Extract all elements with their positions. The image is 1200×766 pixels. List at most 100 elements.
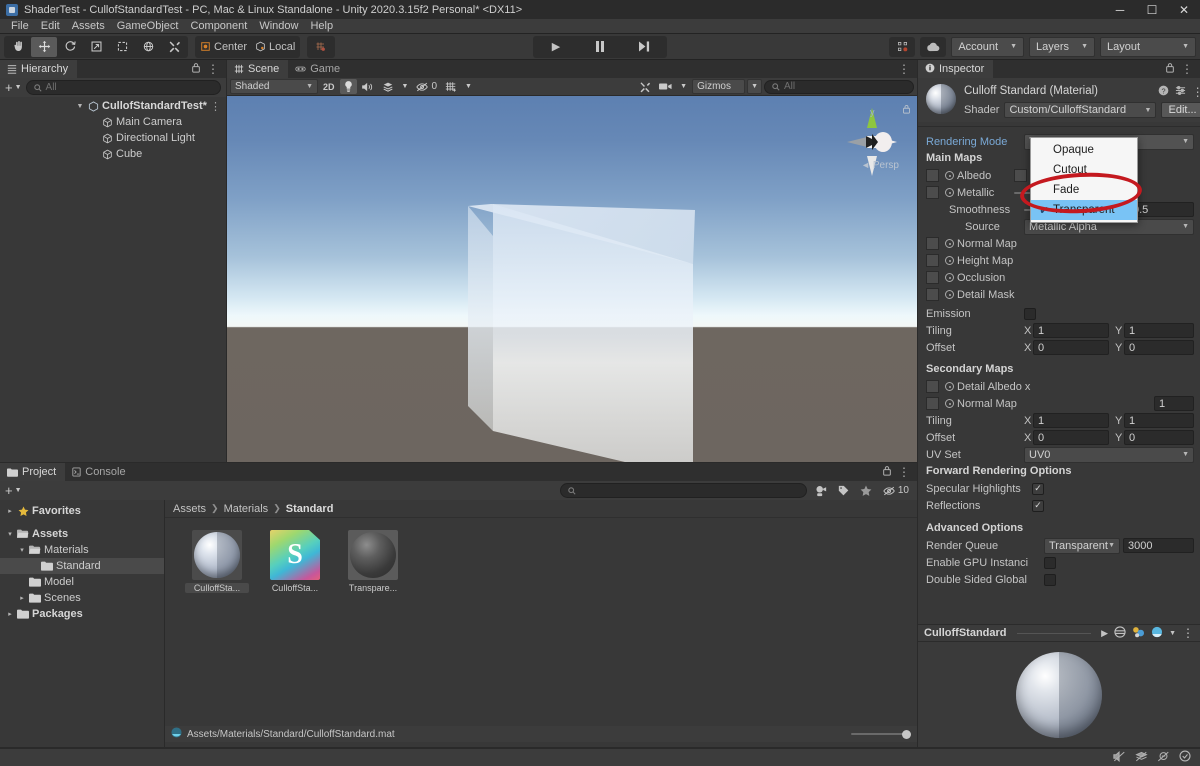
offset-x-field[interactable]: 0 — [1033, 340, 1109, 355]
hand-tool-button[interactable] — [5, 37, 31, 57]
tiling-x-field[interactable]: 1 — [1033, 323, 1109, 338]
project-add-button[interactable]: + ▼ — [5, 483, 22, 498]
occlusion-picker-icon[interactable] — [945, 273, 954, 282]
step-button[interactable] — [622, 37, 666, 57]
search-by-label-icon[interactable] — [835, 483, 852, 498]
panel-menu-icon[interactable]: ⋮ — [898, 466, 910, 478]
thumbnail-size-slider[interactable] — [851, 729, 911, 739]
hierarchy-add-button[interactable]: + ▼ — [5, 80, 22, 95]
occlusion-texture-slot[interactable] — [926, 271, 939, 284]
minimize-button[interactable]: ─ — [1104, 0, 1136, 19]
popup-option-fade[interactable]: Fade — [1031, 180, 1137, 200]
gizmos-dropdown-arrow[interactable]: ▼ — [747, 79, 762, 94]
scene-viewport[interactable]: y ◄ Persp — [227, 96, 917, 462]
layers-stack-icon[interactable] — [1135, 751, 1148, 765]
hierarchy-item-main-camera[interactable]: Main Camera — [0, 114, 226, 130]
menu-item-component[interactable]: Component — [184, 19, 253, 34]
project-tree-item-scenes[interactable]: ▸ Scenes — [0, 590, 164, 606]
menu-item-assets[interactable]: Assets — [66, 19, 111, 34]
hierarchy-item-cube[interactable]: Cube — [0, 146, 226, 162]
scene-camera-dropdown[interactable]: ▼ — [677, 79, 690, 94]
tab-scene[interactable]: Scene — [227, 60, 289, 78]
breadcrumb-materials[interactable]: Materials — [224, 503, 269, 515]
collab-icon[interactable] — [889, 36, 916, 57]
chevron-down-icon[interactable]: ▾ — [4, 530, 16, 538]
hierarchy-item-directional-light[interactable]: Directional Light — [0, 130, 226, 146]
lock-icon[interactable] — [882, 465, 892, 479]
handle-rotation-button[interactable]: Local — [251, 37, 299, 57]
normal-map-texture-slot[interactable] — [926, 237, 939, 250]
favorite-star-icon[interactable] — [857, 483, 875, 498]
detail-albedo-texture-slot[interactable] — [926, 380, 939, 393]
scale-tool-button[interactable] — [83, 37, 109, 57]
scene-fx-toggle[interactable] — [379, 79, 397, 94]
chevron-right-icon[interactable]: ▸ — [4, 507, 16, 515]
albedo-texture-slot[interactable] — [926, 169, 939, 182]
hierarchy-search-input[interactable]: All — [25, 80, 221, 95]
pivot-mode-button[interactable]: Center — [196, 37, 251, 57]
breadcrumb-assets[interactable]: Assets — [173, 503, 206, 515]
secondary-normal-texture-slot[interactable] — [926, 397, 939, 410]
preview-lighting-icon[interactable] — [1132, 626, 1145, 641]
maximize-button[interactable]: ☐ — [1136, 0, 1168, 19]
move-tool-button[interactable] — [31, 36, 57, 57]
secondary-normal-value-field[interactable]: 1 — [1154, 396, 1194, 411]
draw-mode-dropdown[interactable]: Shaded ▼ — [230, 79, 318, 94]
transparent-cube-object[interactable] — [227, 96, 917, 462]
detail-mask-picker-icon[interactable] — [945, 290, 954, 299]
normal-map-picker-icon[interactable] — [945, 239, 954, 248]
tab-inspector[interactable]: Inspector — [918, 60, 994, 78]
offset-y-field[interactable]: 0 — [1124, 340, 1194, 355]
scene-hidden-objects[interactable]: 0 — [413, 79, 440, 94]
scene-lighting-toggle[interactable] — [339, 79, 357, 94]
secondary-tiling-y-field[interactable]: 1 — [1124, 413, 1194, 428]
project-tree-item-favorites[interactable]: ▸ Favorites — [0, 503, 164, 519]
preview-play-icon[interactable]: ▶ — [1101, 628, 1108, 639]
material-preview-stage[interactable] — [918, 642, 1200, 747]
divider-scene-inspector[interactable] — [917, 60, 918, 748]
mute-audio-icon[interactable] — [1113, 750, 1126, 765]
hierarchy-item-menu-icon[interactable]: ⋮ — [210, 100, 221, 113]
project-tree-item-materials[interactable]: ▾ Materials — [0, 542, 164, 558]
popup-option-opaque[interactable]: Opaque — [1031, 140, 1137, 160]
cloud-icon[interactable] — [920, 36, 947, 57]
rotate-tool-button[interactable] — [57, 37, 83, 57]
albedo-picker-icon[interactable] — [945, 171, 954, 180]
layers-dropdown[interactable]: Layers ▼ — [1029, 36, 1095, 57]
height-map-texture-slot[interactable] — [926, 254, 939, 267]
scene-audio-toggle[interactable] — [359, 79, 377, 94]
tab-console[interactable]: Console — [65, 463, 135, 481]
secondary-normal-picker-icon[interactable] — [945, 399, 954, 408]
breadcrumb-standard[interactable]: Standard — [286, 503, 334, 515]
chevron-right-icon[interactable]: ▸ — [4, 610, 16, 618]
account-dropdown[interactable]: Account ▼ — [951, 36, 1025, 57]
hidden-packages-icon[interactable]: 10 — [880, 483, 912, 498]
scene-tools-icon[interactable] — [636, 79, 654, 94]
play-button[interactable]: ▶ — [534, 37, 578, 57]
project-tree-item-packages[interactable]: ▸ Packages — [0, 606, 164, 622]
menu-item-edit[interactable]: Edit — [35, 19, 66, 34]
panel-menu-icon[interactable]: ⋮ — [207, 63, 219, 75]
gizmos-dropdown[interactable]: Gizmos — [692, 79, 746, 94]
shader-dropdown[interactable]: Custom/CulloffStandard ▼ — [1004, 102, 1157, 118]
tab-game[interactable]: Game — [288, 60, 350, 78]
scene-grid-toggle[interactable] — [442, 79, 460, 94]
scene-lock-icon[interactable] — [902, 104, 911, 117]
specular-highlights-checkbox[interactable]: ✓ — [1032, 482, 1044, 495]
panel-menu-icon[interactable]: ⋮ — [898, 63, 910, 75]
tab-hierarchy[interactable]: Hierarchy — [0, 60, 78, 78]
chevron-right-icon[interactable]: ▸ — [16, 594, 28, 602]
scene-projection-label[interactable]: ◄ Persp — [861, 160, 899, 171]
scene-grid-dropdown[interactable]: ▼ — [462, 79, 475, 94]
emission-checkbox[interactable] — [1024, 307, 1036, 320]
project-search-input[interactable] — [559, 483, 807, 498]
double-sided-checkbox[interactable] — [1044, 573, 1056, 586]
search-by-type-icon[interactable] — [812, 483, 830, 498]
detail-mask-texture-slot[interactable] — [926, 288, 939, 301]
chevron-down-icon[interactable]: ▼ — [1169, 630, 1176, 637]
scene-camera-icon[interactable] — [656, 79, 675, 94]
mute-notifications-icon[interactable] — [1157, 751, 1170, 765]
rect-tool-button[interactable] — [109, 37, 135, 57]
popup-option-cutout[interactable]: Cutout — [1031, 160, 1137, 180]
preview-menu-icon[interactable]: ⋮ — [1182, 627, 1194, 639]
